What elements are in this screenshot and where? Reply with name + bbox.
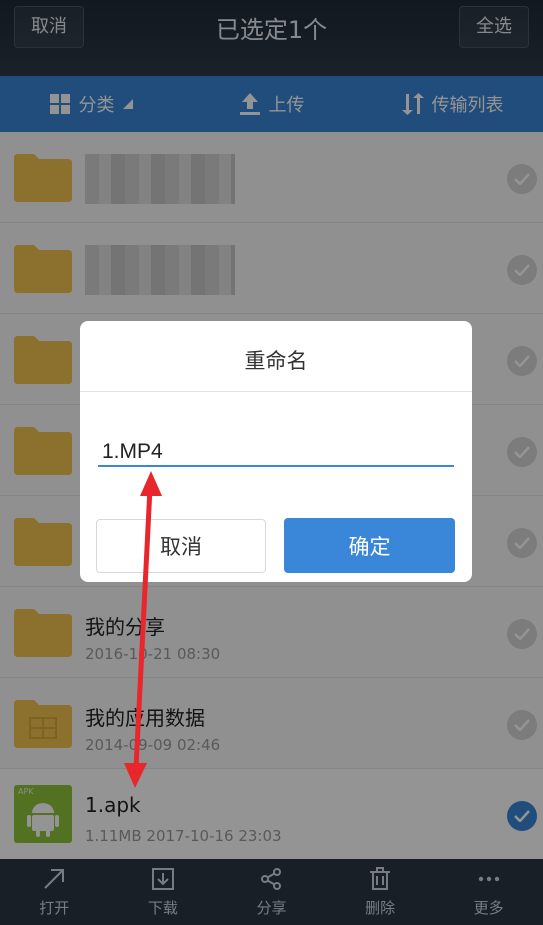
dialog-title: 重命名 bbox=[244, 349, 308, 373]
rename-dialog: 重命名 取消 确定 bbox=[80, 321, 472, 582]
dialog-divider bbox=[80, 391, 472, 392]
dialog-cancel-button[interactable]: 取消 bbox=[96, 519, 266, 573]
dialog-confirm-button[interactable]: 确定 bbox=[284, 518, 455, 573]
rename-input[interactable] bbox=[98, 439, 454, 467]
